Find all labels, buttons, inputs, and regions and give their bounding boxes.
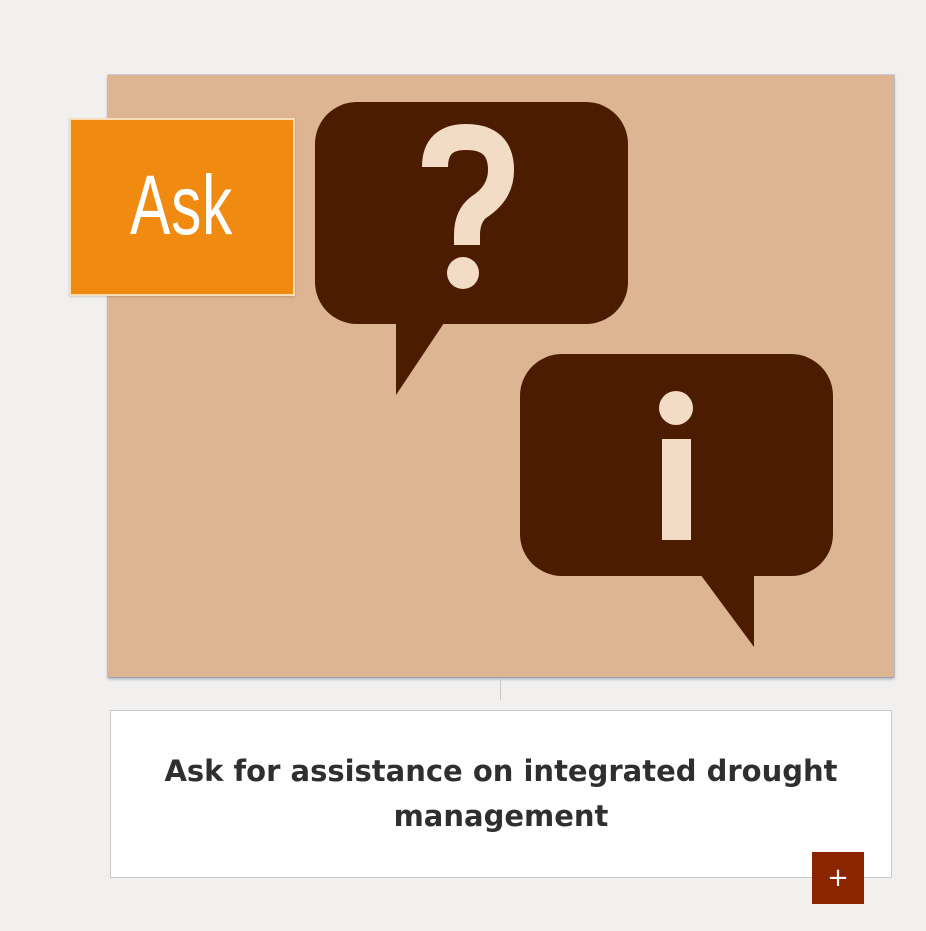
card-title[interactable]: Ask for assistance on integrated drought… xyxy=(151,749,851,839)
ask-badge-label: Ask xyxy=(130,157,234,252)
expand-button[interactable]: + xyxy=(812,852,864,904)
ask-badge: Ask xyxy=(69,118,295,296)
info-bubble-icon xyxy=(520,354,833,647)
card-caption[interactable]: Ask for assistance on integrated drought… xyxy=(110,710,892,878)
question-bubble-icon xyxy=(315,102,628,395)
divider xyxy=(500,678,501,700)
